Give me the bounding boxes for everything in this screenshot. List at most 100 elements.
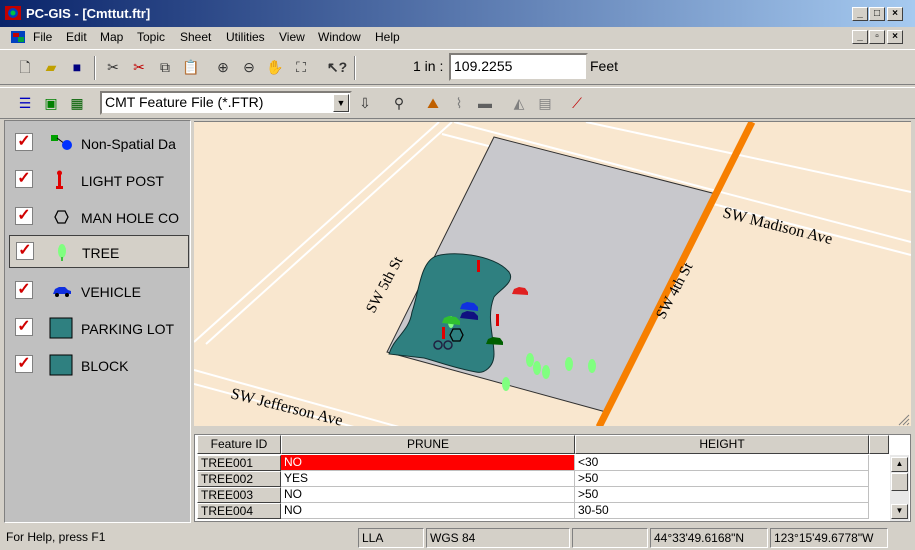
vehicle-icon [47, 280, 75, 302]
column-header-blank [869, 435, 889, 454]
cut-icon[interactable]: ✂ [102, 56, 124, 78]
legend-item-light-post[interactable]: ✓ LIGHT POST [9, 164, 189, 197]
legend-item-man-hole[interactable]: ✓ MAN HOLE CO [9, 201, 189, 234]
map-canvas[interactable]: SW 5th St SW 4th St SW Madison Ave SW Je… [194, 121, 911, 426]
row-header[interactable]: TREE001 [197, 455, 281, 471]
child-restore-button[interactable]: ▫ [869, 30, 885, 44]
legend-label: LIGHT POST [81, 173, 164, 189]
select-line-icon[interactable]: ⌇ [448, 92, 470, 114]
cell-height[interactable]: >50 [575, 471, 869, 487]
cell-prune[interactable]: NO [281, 487, 575, 503]
block-swatch [47, 354, 75, 376]
query-icon[interactable]: ⚲ [388, 92, 410, 114]
window-title: PC-GIS - [Cmttut.ftr] [26, 6, 151, 21]
menu-topic[interactable]: Topic [137, 30, 165, 44]
paste-icon[interactable]: 📋 [180, 56, 202, 78]
title-bar: PC-GIS - [Cmttut.ftr] _ □ × [0, 0, 915, 27]
separator [354, 56, 356, 80]
legend-item-parking-lot[interactable]: ✓ PARKING LOT [9, 312, 189, 345]
row-header[interactable]: TREE003 [197, 487, 281, 503]
select-by-area-icon[interactable]: ⛰ [422, 92, 444, 114]
import-icon[interactable]: ⇩ [354, 92, 376, 114]
menu-edit[interactable]: Edit [66, 30, 87, 44]
layer-checkbox[interactable]: ✓ [15, 318, 33, 336]
cell-height[interactable]: 30-50 [575, 503, 869, 519]
non-spatial-icon [47, 132, 75, 154]
save-icon[interactable]: ■ [66, 56, 88, 78]
cell-prune[interactable]: YES [281, 471, 575, 487]
zoom-extent-icon[interactable]: ⛶ [290, 56, 312, 78]
legend-item-tree[interactable]: ✓ TREE [9, 235, 189, 268]
column-header-height[interactable]: HEIGHT [575, 435, 869, 454]
line-network-icon[interactable]: ⟋ [566, 92, 588, 114]
new-file-icon[interactable]: 🗋 [14, 56, 36, 78]
copy-icon[interactable]: ⧉ [154, 56, 176, 78]
layer-checkbox[interactable]: ✓ [15, 133, 33, 151]
maximize-button[interactable]: □ [869, 7, 885, 21]
file-type-select[interactable]: CMT Feature File (*.FTR) ▼ [100, 91, 352, 115]
status-empty-pane [572, 528, 648, 548]
zoom-in-icon[interactable]: ⊕ [212, 56, 234, 78]
standard-toolbar: 🗋 ▰ ■ ✂ ✂ ⧉ 📋 ⊕ ⊖ ✋ ⛶ ↖? 1 in : 109.2255… [0, 49, 915, 85]
menu-bar: File Edit Map Topic Sheet Utilities View… [0, 27, 915, 47]
pan-hand-icon[interactable]: ✋ [264, 56, 286, 78]
layer-checkbox[interactable]: ✓ [15, 170, 33, 188]
child-close-button[interactable]: × [887, 30, 903, 44]
minimize-button[interactable]: _ [852, 7, 868, 21]
table-view-icon[interactable]: ▦ [66, 92, 88, 114]
row-header[interactable]: TREE002 [197, 471, 281, 487]
document-icon[interactable] [10, 29, 26, 45]
scroll-thumb[interactable] [891, 473, 908, 491]
chevron-down-icon[interactable]: ▼ [333, 94, 349, 112]
layer-checkbox[interactable]: ✓ [15, 281, 33, 299]
layer-checkbox[interactable]: ✓ [15, 207, 33, 225]
menu-view[interactable]: View [279, 30, 305, 44]
menu-utilities[interactable]: Utilities [226, 30, 265, 44]
scroll-up-icon[interactable]: ▲ [891, 457, 908, 472]
cell-height[interactable]: >50 [575, 487, 869, 503]
legend-list-icon[interactable]: ☰ [14, 92, 36, 114]
cell-prune-selected[interactable]: NO [281, 455, 575, 471]
separator [94, 56, 96, 80]
status-longitude: 123°15'49.6778"W [770, 528, 888, 548]
cell-height[interactable]: <30 [575, 455, 869, 471]
legend-item-block[interactable]: ✓ BLOCK [9, 349, 189, 382]
menu-file[interactable]: File [33, 30, 52, 44]
legend-label: BLOCK [81, 358, 129, 374]
context-help-icon[interactable]: ↖? [326, 56, 348, 78]
column-header-feature-id[interactable]: Feature ID [197, 435, 281, 454]
layer-checkbox[interactable]: ✓ [15, 355, 33, 373]
scale-input[interactable]: 109.2255 [449, 53, 588, 81]
open-folder-icon[interactable]: ▰ [40, 56, 62, 78]
legend-label: MAN HOLE CO [81, 210, 180, 226]
layer-checkbox[interactable]: ✓ [16, 242, 34, 260]
vertical-scrollbar[interactable]: ▲ ▼ [890, 455, 909, 521]
edit-shape-icon[interactable]: ◭ [508, 92, 530, 114]
zoom-out-icon[interactable]: ⊖ [238, 56, 260, 78]
menu-window[interactable]: Window [318, 30, 361, 44]
street-label-jefferson: SW Jefferson Ave [229, 385, 344, 426]
menu-help[interactable]: Help [375, 30, 400, 44]
status-bar: For Help, press F1 LLA WGS 84 44°33'49.6… [0, 526, 915, 550]
cell-prune[interactable]: NO [281, 503, 575, 519]
file-type-value: CMT Feature File (*.FTR) [105, 94, 264, 110]
attribute-table: Feature ID PRUNE HEIGHT TREE001 NO <30 T… [194, 434, 911, 522]
menu-sheet[interactable]: Sheet [180, 30, 211, 44]
map-view-icon[interactable]: ▣ [40, 92, 62, 114]
status-latitude: 44°33'49.6168"N [650, 528, 768, 548]
child-minimize-button[interactable]: _ [852, 30, 868, 44]
close-button[interactable]: × [887, 7, 903, 21]
size-grip-icon[interactable] [896, 412, 910, 426]
manhole-icon [47, 206, 75, 228]
legend-item-vehicle[interactable]: ✓ VEHICLE [9, 275, 189, 308]
column-header-prune[interactable]: PRUNE [281, 435, 575, 454]
scroll-down-icon[interactable]: ▼ [891, 504, 908, 519]
bar-icon[interactable]: ▬ [474, 92, 496, 114]
row-header[interactable]: TREE004 [197, 503, 281, 519]
app-icon [4, 5, 22, 21]
legend-label: PARKING LOT [81, 321, 175, 337]
cut-feature-icon[interactable]: ✂ [128, 56, 150, 78]
attribute-icon[interactable]: ▤ [534, 92, 556, 114]
menu-map[interactable]: Map [100, 30, 123, 44]
legend-item-non-spatial[interactable]: ✓ Non-Spatial Da [9, 127, 189, 160]
